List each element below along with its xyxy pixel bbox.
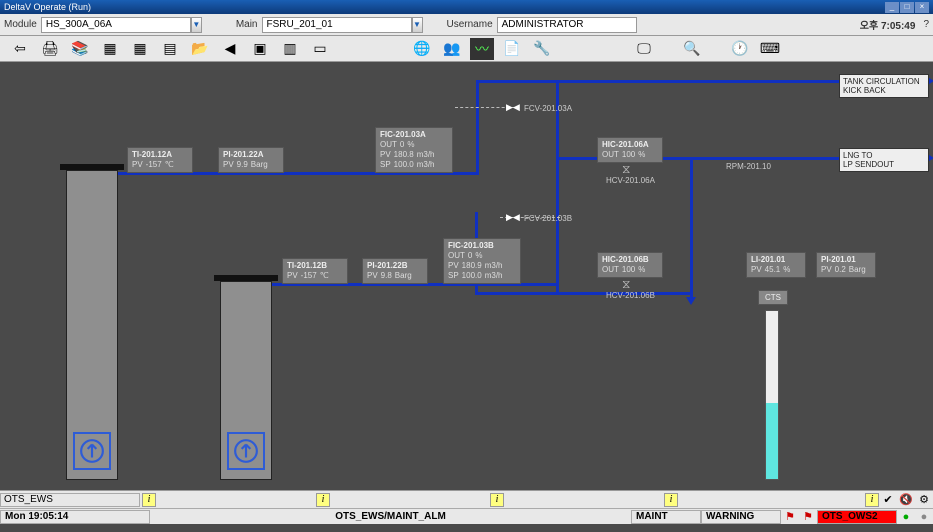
- users-icon[interactable]: 👥: [440, 38, 464, 60]
- hcv-b-label: HCV-201.06B: [606, 291, 655, 300]
- pipe-right-v: [690, 157, 693, 297]
- info-button-4[interactable]: i: [664, 493, 678, 507]
- keypad-icon[interactable]: ⌨: [758, 38, 782, 60]
- clock-icon[interactable]: 🕐: [728, 38, 752, 60]
- level-bargraph: [765, 310, 779, 480]
- tag-ti12b[interactable]: TI-201.12B PV-157℃: [282, 258, 348, 284]
- info-button-2[interactable]: i: [316, 493, 330, 507]
- tools-icon[interactable]: 🔧: [530, 38, 554, 60]
- info-button-1[interactable]: i: [142, 493, 156, 507]
- info-button-3[interactable]: i: [490, 493, 504, 507]
- status-path: OTS_EWS/MAINT_ALM: [150, 511, 631, 522]
- status-maint: MAINT: [631, 510, 701, 524]
- print-icon[interactable]: 🖨: [38, 38, 62, 60]
- cts-button[interactable]: CTS: [758, 290, 788, 305]
- tag-pi22a[interactable]: PI-201.22A PV9.9Barg: [218, 147, 284, 173]
- maximize-button[interactable]: □: [900, 2, 914, 13]
- left-icon[interactable]: ◀: [218, 38, 242, 60]
- bar-icon[interactable]: ▭: [308, 38, 332, 60]
- pump-a[interactable]: [73, 432, 111, 470]
- folder-icon[interactable]: 📂: [188, 38, 212, 60]
- back-icon[interactable]: ⇦: [8, 38, 32, 60]
- main-dropdown[interactable]: ▼: [412, 17, 423, 33]
- fcv-a-label: FCV-201.03A: [524, 104, 572, 113]
- minimize-button[interactable]: _: [885, 2, 899, 13]
- fcv-a-icon: ▶◀: [506, 102, 520, 113]
- username-field: ADMINISTRATOR: [497, 17, 637, 33]
- status-ows[interactable]: OTS_OWS2: [817, 510, 897, 524]
- tag-fic03b[interactable]: FIC-201.03B OUT0% PV180.9m3/h SP100.0m3/…: [443, 238, 521, 284]
- grid2-icon[interactable]: ▦: [128, 38, 152, 60]
- pipe-b2: [475, 292, 693, 295]
- tag-li01[interactable]: LI-201.01 PV45.1%: [746, 252, 806, 278]
- help-button[interactable]: ?: [919, 19, 933, 30]
- status-datetime: Mon 19:05:14: [0, 510, 150, 524]
- hcv-b-icon: ⧖: [622, 277, 630, 292]
- arrow-down: [686, 297, 696, 305]
- level-fill: [766, 403, 778, 479]
- grid1-icon[interactable]: ▦: [98, 38, 122, 60]
- books-icon[interactable]: 📚: [68, 38, 92, 60]
- main-label: Main: [232, 19, 262, 30]
- tag-hic06a[interactable]: HIC-201.06A OUT100%: [597, 137, 663, 163]
- tag-hic06b[interactable]: HIC-201.06B OUT100%: [597, 252, 663, 278]
- tag-ti12a[interactable]: TI-201.12A PV-157℃: [127, 147, 193, 173]
- alarm1-icon[interactable]: ⚑: [781, 510, 799, 524]
- close-button[interactable]: ×: [915, 2, 929, 13]
- globe-icon[interactable]: 🌐: [410, 38, 434, 60]
- led-gray-icon: ●: [915, 510, 933, 524]
- status-warning: WARNING: [701, 510, 781, 524]
- silence-icon[interactable]: 🔇: [897, 493, 915, 507]
- fcv-b-label: FCV-201.03B: [524, 214, 572, 223]
- gear-icon[interactable]: ⚙: [915, 493, 933, 507]
- tag-pi01[interactable]: PI-201.01 PV0.2Barg: [816, 252, 876, 278]
- led-green-icon: ●: [897, 510, 915, 524]
- hcv-a-label: HCV-201.06A: [606, 176, 655, 185]
- rpm-label: RPM-201.10: [726, 162, 771, 171]
- ack-icon[interactable]: ✔: [879, 493, 897, 507]
- module-field[interactable]: HS_300A_06A: [41, 17, 191, 33]
- info-button-5[interactable]: i: [865, 493, 879, 507]
- module-label: Module: [0, 19, 41, 30]
- fcv-b-icon: ▶◀: [506, 212, 520, 223]
- box-tank-circ: TANK CIRCULATION KICK BACK: [839, 74, 929, 98]
- table-icon[interactable]: ▤: [158, 38, 182, 60]
- infobar: Module HS_300A_06A ▼ Main FSRU_201_01 ▼ …: [0, 14, 933, 36]
- doc-icon[interactable]: 📄: [500, 38, 524, 60]
- canvas: TI-201.12A PV-157℃ PI-201.22A PV9.9Barg …: [0, 62, 933, 490]
- status-ots: OTS_EWS: [0, 493, 140, 507]
- toolbar: ⇦ 🖨 📚 ▦ ▦ ▤ 📂 ◀ ▣ ▥ ▭ 🌐 👥 〰 📄 🔧 🖵 🔍 🕐 ⌨: [0, 36, 933, 62]
- layers-icon[interactable]: ▥: [278, 38, 302, 60]
- tag-pi22b[interactable]: PI-201.22B PV9.8Barg: [362, 258, 428, 284]
- pipe-a2: [476, 80, 479, 175]
- username-label: Username: [443, 19, 497, 30]
- alarm2-icon[interactable]: ⚑: [799, 510, 817, 524]
- statusbar-2: Mon 19:05:14 OTS_EWS/MAINT_ALM MAINT WAR…: [0, 508, 933, 524]
- module-dropdown[interactable]: ▼: [191, 17, 202, 33]
- window-icon[interactable]: ▣: [248, 38, 272, 60]
- pump-b[interactable]: [227, 432, 265, 470]
- trend-icon[interactable]: 〰: [470, 38, 494, 60]
- statusbar-1: OTS_EWS i i i i i ✔ 🔇 ⚙: [0, 490, 933, 508]
- window-title: DeltaV Operate (Run): [4, 2, 884, 12]
- clock: 오후 7:05:49: [856, 17, 920, 32]
- tag-fic03a[interactable]: FIC-201.03A OUT0% PV180.8m3/h SP100.0m3/…: [375, 127, 453, 173]
- titlebar: DeltaV Operate (Run) _ □ ×: [0, 0, 933, 14]
- hcv-a-icon: ⧖: [622, 162, 630, 177]
- box-lng: LNG TO LP SENDOUT: [839, 148, 929, 172]
- search-icon[interactable]: 🔍: [680, 38, 704, 60]
- screen-icon[interactable]: 🖵: [632, 38, 656, 60]
- main-field[interactable]: FSRU_201_01: [262, 17, 412, 33]
